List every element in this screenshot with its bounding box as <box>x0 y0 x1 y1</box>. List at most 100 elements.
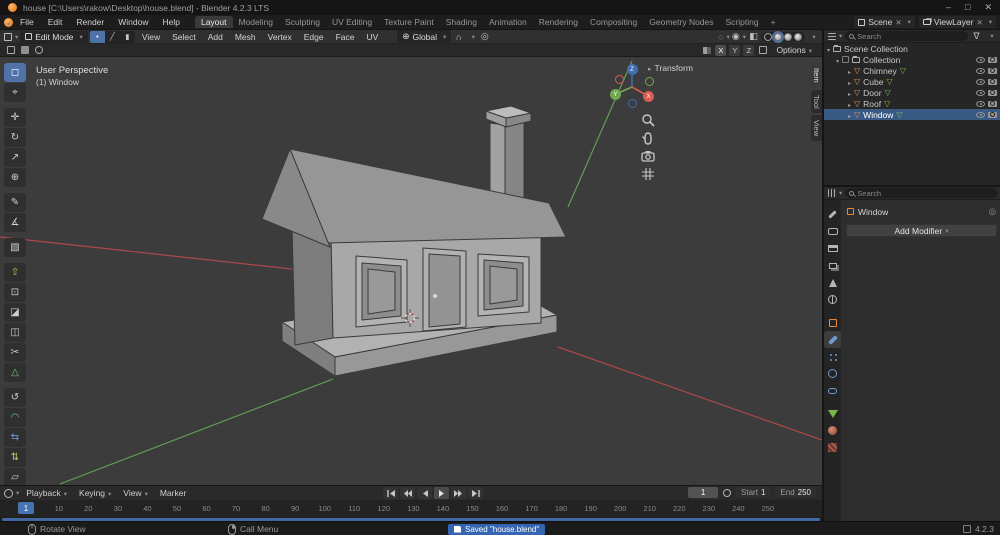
proportional-editing-icon[interactable]: ◎ <box>479 31 490 42</box>
rotate-tool-button[interactable]: ↻ <box>4 128 26 147</box>
tool-tab[interactable] <box>824 206 841 223</box>
move-tool-button[interactable]: ✛ <box>4 108 26 127</box>
solid-shading-button[interactable] <box>774 32 782 41</box>
scene-tab[interactable] <box>824 274 841 291</box>
gizmo-y-axis[interactable]: Y <box>610 89 621 100</box>
properties-search-input[interactable]: Search <box>845 188 998 198</box>
jump-to-start-button[interactable] <box>383 487 398 499</box>
edge-select-button[interactable]: ╱ <box>105 31 120 43</box>
outliner-row-door[interactable]: ▽ Door ▽ <box>824 87 1000 98</box>
menu-view[interactable]: View <box>137 32 165 42</box>
auto-keying-toggle[interactable] <box>723 488 732 497</box>
face-select-button[interactable]: ▮ <box>120 31 135 43</box>
prev-keyframe-button[interactable] <box>400 487 415 499</box>
rendered-shading-button[interactable] <box>794 32 802 41</box>
menu-face[interactable]: Face <box>331 32 360 42</box>
vertex-select-button[interactable]: • <box>89 30 105 43</box>
outliner-options-button[interactable] <box>985 32 996 40</box>
disclosure-icon[interactable] <box>848 88 851 98</box>
pin-icon[interactable]: ◎ <box>989 206 996 217</box>
tool-settings-icon-2[interactable] <box>19 46 30 54</box>
timeline-editor-type-button[interactable] <box>4 488 19 498</box>
disable-render-icon[interactable] <box>988 89 997 96</box>
options-menu[interactable]: Options <box>771 45 817 55</box>
timeline-ruler[interactable]: 1 10 20 30 40 50 60 70 80 90 100 110 120 130 14… <box>0 500 822 517</box>
gizmo-x-neg[interactable] <box>615 75 624 84</box>
view-layer-unlink-icon[interactable]: ✕ <box>976 18 982 27</box>
hide-viewport-icon[interactable] <box>976 78 985 85</box>
add-cube-tool-button[interactable]: ▧ <box>4 238 26 257</box>
hide-viewport-icon[interactable] <box>976 89 985 96</box>
view-layer-selector[interactable]: ViewLayer ✕ <box>918 16 996 28</box>
collection-checkbox[interactable] <box>842 56 850 63</box>
object-data-tab[interactable] <box>824 405 841 422</box>
disclosure-icon[interactable] <box>848 66 851 76</box>
mode-selector[interactable]: Edit Mode <box>20 30 88 43</box>
tool-settings-icon-3[interactable] <box>33 46 44 54</box>
extrude-region-tool-button[interactable]: ⇧ <box>4 263 26 282</box>
menu-render[interactable]: Render <box>69 17 111 27</box>
tool-settings-icon-1[interactable] <box>5 46 16 54</box>
menu-uv[interactable]: UV <box>362 32 384 42</box>
gizmo-x-axis[interactable]: X <box>643 91 654 102</box>
outliner-row-cube[interactable]: ▽ Cube ▽ <box>824 76 1000 87</box>
hide-viewport-icon[interactable] <box>976 67 985 74</box>
workspace-tab-layout[interactable]: Layout <box>194 16 233 28</box>
mirror-z-toggle[interactable]: Z <box>743 44 755 56</box>
spin-tool-button[interactable]: ↺ <box>4 388 26 407</box>
marker-menu[interactable]: Marker <box>155 488 191 498</box>
disable-render-icon[interactable] <box>988 78 997 85</box>
bevel-tool-button[interactable]: ◪ <box>4 303 26 322</box>
disclosure-icon[interactable] <box>848 77 851 87</box>
menu-file[interactable]: File <box>13 17 41 27</box>
gizmo-z-axis[interactable]: Z <box>626 64 638 75</box>
gizmo-z-neg[interactable] <box>628 99 637 108</box>
inset-faces-tool-button[interactable]: ⊡ <box>4 283 26 302</box>
particles-tab[interactable] <box>824 348 841 365</box>
collection-row[interactable]: Collection <box>824 54 1000 65</box>
hide-viewport-icon[interactable] <box>976 100 985 107</box>
toggle-xray-button[interactable]: ◧ <box>748 31 759 42</box>
properties-editor-type-button[interactable] <box>828 189 842 197</box>
jump-to-end-button[interactable] <box>468 487 483 499</box>
viewport-canvas[interactable]: User Perspective (1) Window Transform ◻ … <box>0 57 822 485</box>
workspace-tab-uv-editing[interactable]: UV Editing <box>326 16 378 28</box>
disable-render-icon[interactable] <box>988 111 997 118</box>
disable-render-icon[interactable] <box>988 56 997 63</box>
scale-tool-button[interactable]: ↗ <box>4 148 26 167</box>
disclosure-icon[interactable] <box>836 55 839 65</box>
disable-render-icon[interactable] <box>988 67 997 74</box>
snap-magnet-icon[interactable]: ∩ <box>453 32 464 42</box>
sidebar-tab-view[interactable]: View <box>811 115 822 142</box>
frame-end-field[interactable]: End 250 <box>775 487 816 498</box>
outliner-row-chimney[interactable]: ▽ Chimney ▽ <box>824 65 1000 76</box>
show-overlays-button[interactable]: ◉ <box>732 31 746 42</box>
menu-help[interactable]: Help <box>155 17 186 27</box>
camera-view-icon[interactable] <box>641 149 655 163</box>
navigation-gizmo[interactable]: Z Y X <box>607 61 657 111</box>
edge-slide-tool-button[interactable]: ⇆ <box>4 428 26 447</box>
playhead-marker[interactable]: 1 <box>18 502 34 514</box>
output-tab[interactable] <box>824 240 841 257</box>
playback-menu[interactable]: Playback <box>21 488 72 498</box>
viewport-editor-type-button[interactable] <box>4 32 18 41</box>
annotate-tool-button[interactable]: ✎ <box>4 193 26 212</box>
show-gizmo-button[interactable]: ◌ <box>718 32 730 42</box>
transform-orientation-selector[interactable]: ⊕ Global <box>397 30 452 43</box>
keying-menu[interactable]: Keying <box>74 488 116 498</box>
outliner-row-roof[interactable]: ▽ Roof ▽ <box>824 98 1000 109</box>
workspace-tab-shading[interactable]: Shading <box>440 16 483 28</box>
menu-window[interactable]: Window <box>111 17 155 27</box>
disable-render-icon[interactable] <box>988 100 997 107</box>
shear-tool-button[interactable]: ▱ <box>4 468 26 485</box>
scene-collection-row[interactable]: Scene Collection <box>824 43 1000 54</box>
cursor-tool-button[interactable]: ⌖ <box>4 83 26 102</box>
add-workspace-button[interactable]: + <box>765 16 782 28</box>
close-button[interactable]: ✕ <box>984 2 992 13</box>
object-tab[interactable] <box>824 314 841 331</box>
render-tab[interactable] <box>824 223 841 240</box>
view-layer-tab[interactable] <box>824 257 841 274</box>
workspace-tab-compositing[interactable]: Compositing <box>584 16 643 28</box>
blender-menu-icon[interactable] <box>4 17 13 27</box>
world-tab[interactable] <box>824 291 841 308</box>
